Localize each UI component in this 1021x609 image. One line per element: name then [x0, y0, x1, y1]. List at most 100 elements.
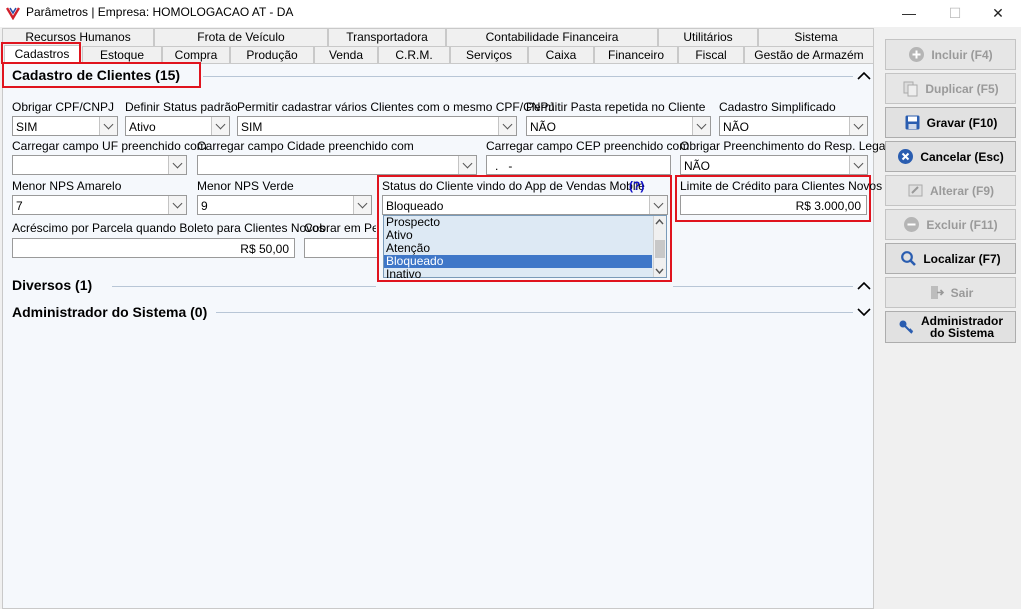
cidade-select[interactable] — [197, 155, 477, 175]
chevron-down-icon[interactable] — [211, 117, 229, 135]
tab-frota-veiculo[interactable]: Frota de Veículo — [154, 28, 328, 46]
nps-verde-value: 9 — [201, 199, 208, 213]
status-app-value: Bloqueado — [386, 199, 444, 213]
tab-cadastros-highlight — [1, 42, 81, 64]
minus-circle-icon — [904, 217, 920, 232]
tab-sistema[interactable]: Sistema — [758, 28, 874, 46]
label-varios-clientes: Permitir cadastrar vários Clientes com o… — [237, 100, 555, 114]
tab-contabilidade-financeira[interactable]: Contabilidade Financeira — [446, 28, 658, 46]
pasta-repetida-select[interactable]: NÃO — [526, 116, 711, 136]
cpf-cnpj-select[interactable]: SIM — [12, 116, 118, 136]
section-divider — [673, 286, 853, 287]
chevron-down-icon[interactable] — [168, 156, 186, 174]
chevron-down-icon[interactable] — [856, 305, 872, 319]
label-nps-verde: Menor NPS Verde — [197, 179, 294, 193]
label-simplificado: Cadastro Simplificado — [719, 100, 836, 114]
varios-clientes-value: SIM — [241, 120, 263, 134]
tab-servicos[interactable]: Serviços — [450, 46, 528, 64]
window-title: Parâmetros | Empresa: HOMOLOGACAO AT - D… — [26, 5, 294, 19]
nps-amarelo-value: 7 — [16, 199, 23, 213]
incluir-button[interactable]: Incluir (F4) — [885, 39, 1016, 70]
edit-icon — [908, 184, 923, 197]
localizar-button[interactable]: Localizar (F7) — [885, 243, 1016, 274]
label-uf: Carregar campo UF preenchido com — [12, 139, 207, 153]
scroll-up-icon[interactable] — [655, 218, 664, 225]
varios-clientes-select[interactable]: SIM — [237, 116, 517, 136]
label-resp-legal: Obrigar Preenchimento do Resp. Legal? — [680, 139, 895, 153]
acrescimo-value: R$ 50,00 — [240, 242, 289, 256]
section-divider — [203, 76, 853, 77]
resp-legal-value: NÃO — [684, 159, 711, 173]
tab-fiscal[interactable]: Fiscal — [678, 46, 744, 64]
scroll-down-icon[interactable] — [655, 268, 664, 275]
section-title-diversos[interactable]: Diversos (1) — [12, 277, 92, 293]
administrador-button[interactable]: Administrador do Sistema — [885, 311, 1016, 343]
nps-verde-select[interactable]: 9 — [197, 195, 372, 215]
tab-producao[interactable]: Produção — [230, 46, 314, 64]
tab-utilitarios[interactable]: Utilitários — [658, 28, 758, 46]
sair-button[interactable]: Sair — [885, 277, 1016, 308]
status-padrao-select[interactable]: Ativo — [125, 116, 230, 136]
alterar-label: Alterar (F9) — [929, 183, 994, 198]
alterar-button[interactable]: Alterar (F9) — [885, 175, 1016, 206]
label-limite: Limite de Crédito para Clientes Novos — [680, 179, 883, 193]
status-app-select[interactable]: Bloqueado — [382, 195, 668, 215]
option-prospecto[interactable]: Prospecto — [384, 216, 652, 229]
cancel-circle-icon — [898, 149, 914, 164]
incluir-label: Incluir (F4) — [931, 47, 993, 62]
status-padrao-value: Ativo — [129, 120, 156, 134]
uf-select[interactable] — [12, 155, 187, 175]
tab-financeiro[interactable]: Financeiro — [594, 46, 678, 64]
option-inativo[interactable]: Inativo — [384, 268, 652, 278]
chevron-down-icon[interactable] — [849, 156, 867, 174]
tab-gestao-armazem[interactable]: Gestão de Armazém — [744, 46, 874, 64]
key-icon — [899, 320, 914, 334]
limite-input[interactable]: R$ 3.000,00 — [680, 195, 867, 215]
chevron-down-icon[interactable] — [849, 117, 867, 135]
label-nps-amarelo: Menor NPS Amarelo — [12, 179, 122, 193]
sair-label: Sair — [950, 285, 974, 300]
label-cep: Carregar campo CEP preenchido com — [486, 139, 690, 153]
administrador-label-line2: do Sistema — [929, 326, 994, 340]
tab-crm[interactable]: C.R.M. — [378, 46, 450, 64]
copy-icon — [903, 81, 918, 97]
simplificado-select[interactable]: NÃO — [719, 116, 868, 136]
section-title-admin[interactable]: Administrador do Sistema (0) — [12, 304, 207, 320]
resp-legal-select[interactable]: NÃO — [680, 155, 868, 175]
chevron-down-icon[interactable] — [649, 196, 667, 214]
chevron-down-icon[interactable] — [498, 117, 516, 135]
tab-caixa[interactable]: Caixa — [528, 46, 594, 64]
duplicar-button[interactable]: Duplicar (F5) — [885, 73, 1016, 104]
maximize-button[interactable]: ☐ — [932, 0, 978, 26]
acrescimo-input[interactable]: R$ 50,00 — [12, 238, 295, 258]
nps-amarelo-select[interactable]: 7 — [12, 195, 187, 215]
section-divider — [216, 312, 853, 313]
cobrar-input[interactable] — [304, 238, 377, 258]
tab-venda[interactable]: Venda — [314, 46, 378, 64]
section-clientes-highlight — [2, 62, 201, 88]
minimize-button[interactable]: — — [886, 0, 932, 26]
chevron-down-icon[interactable] — [168, 196, 186, 214]
help-link[interactable]: (?) — [629, 179, 644, 193]
chevron-down-icon[interactable] — [458, 156, 476, 174]
label-cidade: Carregar campo Cidade preenchido com — [197, 139, 414, 153]
tab-transportadora[interactable]: Transportadora — [328, 28, 446, 46]
option-bloqueado[interactable]: Bloqueado — [384, 255, 652, 268]
cpf-cnpj-value: SIM — [16, 120, 38, 134]
chevron-down-icon[interactable] — [99, 117, 117, 135]
close-button[interactable]: ✕ — [975, 0, 1021, 26]
chevron-up-icon[interactable] — [856, 279, 872, 293]
pasta-repetida-value: NÃO — [530, 120, 557, 134]
chevron-down-icon[interactable] — [692, 117, 710, 135]
label-cobrar: Cobrar em Pedid — [304, 221, 376, 235]
excluir-button[interactable]: Excluir (F11) — [885, 209, 1016, 240]
plus-circle-icon — [909, 47, 925, 62]
chevron-up-icon[interactable] — [856, 69, 872, 83]
chevron-down-icon[interactable] — [353, 196, 371, 214]
gravar-button[interactable]: Gravar (F10) — [885, 107, 1016, 138]
label-status-app: Status do Cliente vindo do App de Vendas… — [382, 179, 645, 193]
cancelar-button[interactable]: Cancelar (Esc) — [885, 141, 1016, 172]
label-status-padrao: Definir Status padrão — [125, 100, 238, 114]
cep-input[interactable]: . - — [486, 155, 671, 175]
scroll-thumb[interactable] — [655, 240, 665, 258]
